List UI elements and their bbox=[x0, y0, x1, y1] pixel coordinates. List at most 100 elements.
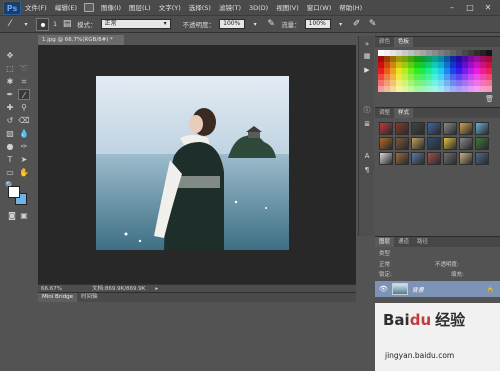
zoom-level[interactable]: 66.67% bbox=[41, 285, 62, 292]
menu-help[interactable]: 帮助(H) bbox=[335, 0, 366, 16]
mode-select[interactable]: 正常 ▾ bbox=[100, 19, 171, 29]
style-preset[interactable] bbox=[427, 137, 441, 150]
document-tab[interactable]: 1.jpg @ 66.7%(RGB/8#) * bbox=[38, 35, 124, 45]
dodge-tool-icon[interactable]: ● bbox=[4, 141, 16, 152]
visibility-eye-icon[interactable]: 👁 bbox=[379, 285, 388, 293]
style-preset[interactable] bbox=[427, 122, 441, 135]
menu-3d[interactable]: 3D(D) bbox=[245, 0, 272, 16]
style-preset[interactable] bbox=[475, 122, 489, 135]
tab-mini-bridge[interactable]: Mini Bridge bbox=[38, 293, 77, 302]
style-preset[interactable] bbox=[443, 122, 457, 135]
flow-input[interactable]: 100% bbox=[304, 19, 331, 29]
quick-mask-icon[interactable]: ◙ bbox=[6, 210, 18, 221]
blend-mode-select[interactable]: 正常 bbox=[379, 261, 390, 270]
styles-panel-tabs: 调整 样式 bbox=[375, 108, 500, 118]
delete-swatch-icon[interactable]: 🗑 bbox=[485, 95, 494, 103]
healing-brush-icon[interactable]: ✚ bbox=[4, 102, 16, 113]
chevron-down-icon[interactable]: ▾ bbox=[335, 21, 347, 28]
menu-view[interactable]: 视图(V) bbox=[272, 0, 303, 16]
status-arrow-icon[interactable]: ▸ bbox=[155, 285, 158, 292]
menu-edit[interactable]: 编辑(E) bbox=[51, 0, 81, 16]
shape-tool-icon[interactable]: ▭ bbox=[4, 167, 16, 178]
menu-image[interactable]: 图像(I) bbox=[97, 0, 125, 16]
marquee-tool-icon[interactable]: ⬚ bbox=[4, 63, 16, 74]
actions-panel-icon[interactable]: ▶ bbox=[362, 66, 372, 75]
style-preset[interactable] bbox=[475, 152, 489, 165]
tab-styles[interactable]: 样式 bbox=[394, 108, 414, 118]
eraser-tool-icon[interactable]: ⌫ bbox=[18, 115, 30, 126]
menu-filter[interactable]: 滤镜(T) bbox=[215, 0, 245, 16]
gradient-tool-icon[interactable]: ▨ bbox=[4, 128, 16, 139]
filter-kind-label[interactable]: 类型 bbox=[379, 250, 390, 259]
clone-stamp-icon[interactable]: ⚲ bbox=[18, 102, 30, 113]
style-preset[interactable] bbox=[475, 137, 489, 150]
style-preset[interactable] bbox=[379, 152, 393, 165]
layer-name[interactable]: 背景 bbox=[412, 285, 424, 294]
move-tool-icon[interactable]: ✥ bbox=[4, 50, 16, 61]
style-preset[interactable] bbox=[427, 152, 441, 165]
lasso-tool-icon[interactable]: ➰ bbox=[18, 63, 30, 74]
screen-mode-icon[interactable]: ▣ bbox=[18, 210, 30, 221]
style-preset[interactable] bbox=[443, 152, 457, 165]
eyedropper-tool-icon[interactable]: ✒ bbox=[4, 89, 16, 100]
style-preset[interactable] bbox=[395, 122, 409, 135]
blur-tool-icon[interactable]: 💧 bbox=[18, 128, 30, 139]
brush-preset-picker[interactable] bbox=[36, 17, 49, 31]
info-panel-icon[interactable]: ≣ bbox=[362, 120, 372, 129]
menu-file[interactable]: 文件(F) bbox=[21, 0, 51, 16]
brush-panel-icon[interactable]: ▤ bbox=[61, 19, 73, 29]
brush-tool-icon[interactable]: ⁄ bbox=[4, 19, 16, 29]
airbrush-icon[interactable]: ✐ bbox=[351, 19, 363, 29]
menu-layer[interactable]: 图层(L) bbox=[125, 0, 155, 16]
tab-paths[interactable]: 路径 bbox=[413, 237, 432, 247]
pressure-opacity-icon[interactable]: ✎ bbox=[265, 19, 277, 29]
pressure-size-icon[interactable]: ✎ bbox=[367, 19, 379, 29]
tab-channels[interactable]: 通道 bbox=[394, 237, 413, 247]
menu-window[interactable]: 窗口(W) bbox=[303, 0, 336, 16]
watermark-url: jingyan.baidu.com bbox=[385, 351, 455, 360]
hand-tool-icon[interactable]: ✋ bbox=[18, 167, 30, 178]
tab-color[interactable]: 颜色 bbox=[375, 37, 394, 47]
character-panel-icon[interactable]: A bbox=[362, 152, 372, 161]
tab-swatches[interactable]: 色板 bbox=[394, 37, 414, 47]
type-tool-icon[interactable]: T bbox=[4, 154, 16, 165]
panel-icon-strip: » ▦ ▶ ⓘ ≣ A ¶ bbox=[358, 36, 374, 236]
style-preset[interactable] bbox=[395, 137, 409, 150]
pen-tool-icon[interactable]: ✑ bbox=[18, 141, 30, 152]
opacity-input[interactable]: 100% bbox=[219, 19, 246, 29]
tab-timeline[interactable]: 时间轴 bbox=[77, 293, 102, 302]
menu-select[interactable]: 选择(S) bbox=[185, 0, 215, 16]
path-select-tool-icon[interactable]: ➤ bbox=[18, 154, 30, 165]
style-preset[interactable] bbox=[459, 122, 473, 135]
color-swatch[interactable] bbox=[486, 86, 492, 92]
screen-mode-icon[interactable] bbox=[84, 3, 94, 12]
history-brush-icon[interactable]: ↺ bbox=[4, 115, 16, 126]
style-preset[interactable] bbox=[411, 152, 425, 165]
style-preset[interactable] bbox=[459, 137, 473, 150]
foreground-color-swatch-front[interactable] bbox=[8, 186, 20, 198]
style-preset[interactable] bbox=[411, 122, 425, 135]
style-preset[interactable] bbox=[411, 137, 425, 150]
close-icon[interactable]: ✕ bbox=[482, 3, 494, 13]
properties-panel-icon[interactable]: ⓘ bbox=[362, 106, 372, 115]
crop-tool-icon[interactable]: ⌗ bbox=[18, 76, 30, 87]
style-preset[interactable] bbox=[443, 137, 457, 150]
brush-tool-icon[interactable]: ⁄ bbox=[18, 89, 30, 100]
paragraph-panel-icon[interactable]: ¶ bbox=[362, 166, 372, 175]
quick-select-tool-icon[interactable]: ✱ bbox=[4, 76, 16, 87]
tab-adjustments[interactable]: 调整 bbox=[375, 108, 394, 118]
menu-type[interactable]: 文字(Y) bbox=[155, 0, 185, 16]
layer-row[interactable]: 👁 背景 🔒 bbox=[375, 281, 500, 297]
style-preset[interactable] bbox=[395, 152, 409, 165]
canvas-photo[interactable] bbox=[96, 76, 289, 250]
tab-layers[interactable]: 图层 bbox=[375, 237, 395, 247]
style-preset[interactable] bbox=[379, 122, 393, 135]
chevron-down-icon[interactable]: ▾ bbox=[20, 21, 32, 28]
minimize-icon[interactable]: – bbox=[446, 3, 458, 13]
history-panel-icon[interactable]: ▦ bbox=[362, 52, 372, 61]
chevron-down-icon[interactable]: ▾ bbox=[249, 21, 261, 28]
style-preset[interactable] bbox=[459, 152, 473, 165]
collapse-icon[interactable]: » bbox=[362, 40, 372, 49]
style-preset[interactable] bbox=[379, 137, 393, 150]
maximize-icon[interactable]: □ bbox=[464, 3, 476, 13]
